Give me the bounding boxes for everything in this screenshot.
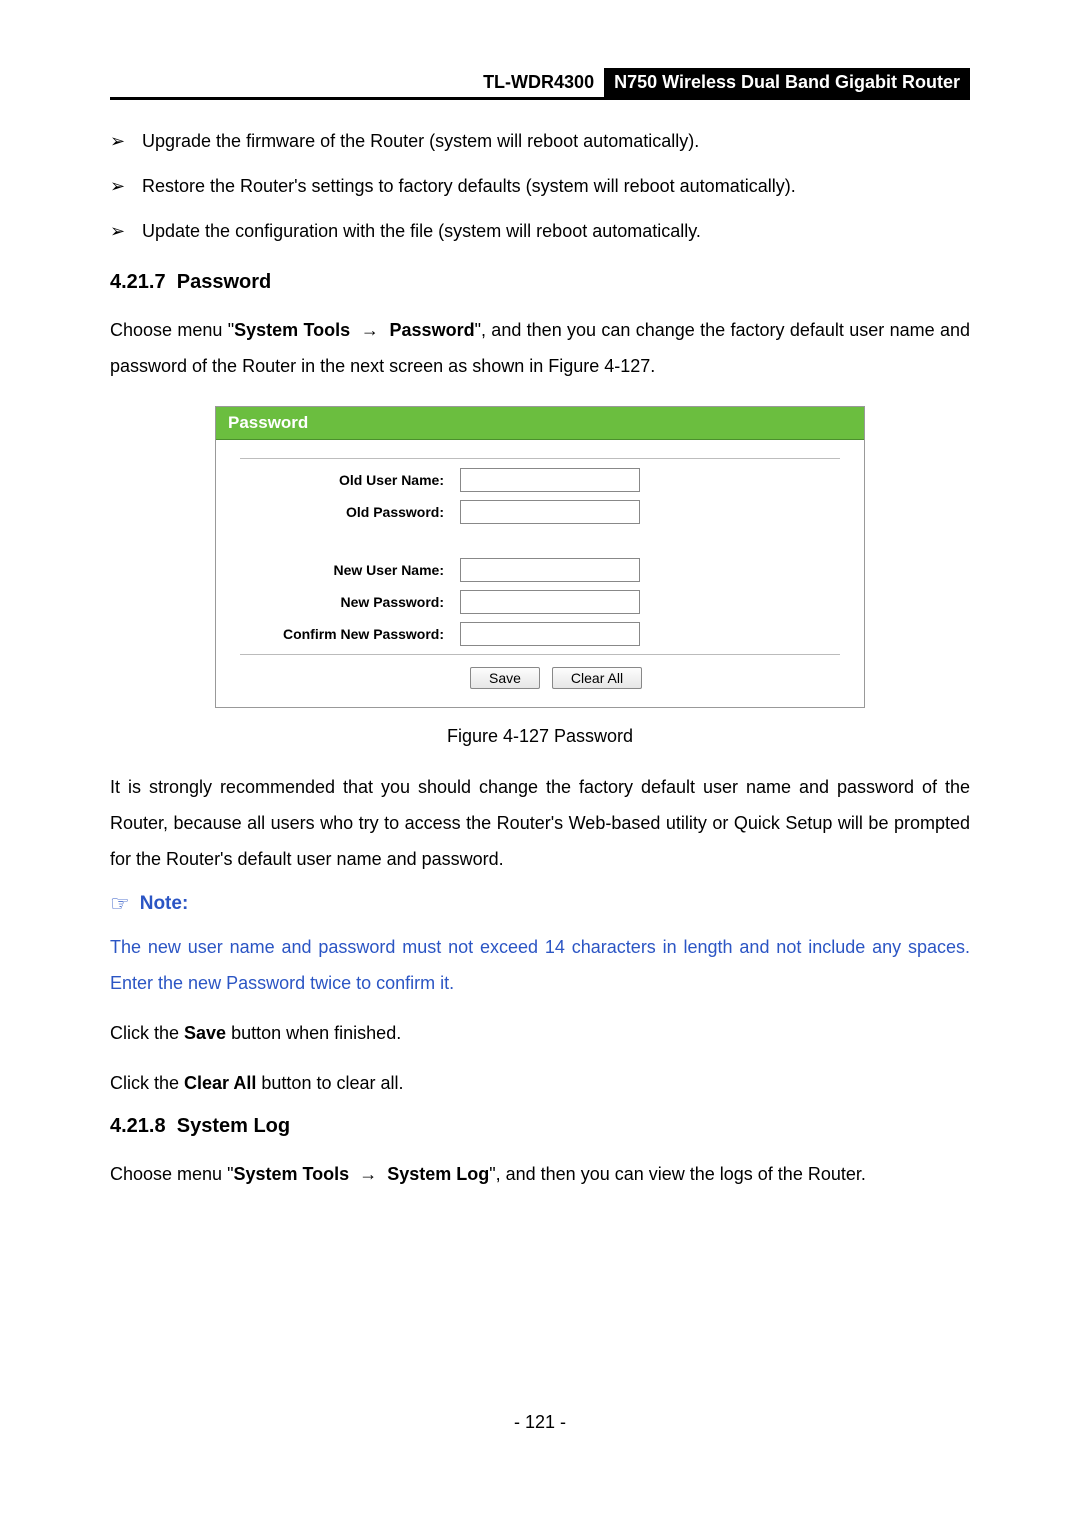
menu-path-b: Password (390, 320, 475, 340)
text: button when finished. (226, 1023, 401, 1043)
panel-separator (240, 458, 840, 460)
bullet-text: Update the configuration with the file (… (142, 218, 701, 245)
section-heading-systemlog: 4.21.8 System Log (110, 1115, 970, 1138)
password-panel: Password Old User Name: Old Password: Ne… (215, 406, 865, 708)
menu-path-a: System Tools (234, 320, 350, 340)
list-item: ➢ Upgrade the firmware of the Router (sy… (110, 128, 970, 155)
note-body: The new user name and password must not … (110, 929, 970, 1001)
header-model: TL-WDR4300 (473, 68, 604, 97)
label-confirm-password: Confirm New Password: (240, 626, 460, 642)
text: Choose menu " (110, 1164, 233, 1184)
panel-footer: Save Clear All (240, 654, 840, 689)
clear-all-button[interactable]: Clear All (552, 667, 642, 689)
row-old-user: Old User Name: (240, 468, 840, 492)
save-button[interactable]: Save (470, 667, 540, 689)
panel-title: Password (216, 407, 864, 440)
input-confirm-password[interactable] (460, 622, 640, 646)
bullet-icon: ➢ (110, 218, 142, 245)
menu-path-a: System Tools (233, 1164, 349, 1184)
input-new-user[interactable] (460, 558, 640, 582)
page-header: TL-WDR4300 N750 Wireless Dual Band Gigab… (110, 68, 970, 100)
section-number: 4.21.8 (110, 1115, 166, 1137)
section-number: 4.21.7 (110, 271, 166, 293)
header-title: N750 Wireless Dual Band Gigabit Router (604, 68, 970, 97)
form-gap (240, 532, 840, 550)
bullet-icon: ➢ (110, 173, 142, 200)
section-heading-password: 4.21.7 Password (110, 271, 970, 294)
row-new-user: New User Name: (240, 558, 840, 582)
text: button to clear all. (256, 1073, 403, 1093)
input-old-password[interactable] (460, 500, 640, 524)
text: Choose menu " (110, 320, 234, 340)
pointing-hand-icon: ☞ (110, 891, 130, 917)
label-old-password: Old Password: (240, 504, 460, 520)
input-new-password[interactable] (460, 590, 640, 614)
list-item: ➢ Restore the Router's settings to facto… (110, 173, 970, 200)
text: Click the (110, 1073, 184, 1093)
menu-path-b: System Log (387, 1164, 489, 1184)
row-new-password: New Password: (240, 590, 840, 614)
bold-text: Clear All (184, 1073, 256, 1093)
row-confirm-password: Confirm New Password: (240, 622, 840, 646)
section-title: System Log (177, 1115, 290, 1137)
panel-body: Old User Name: Old Password: New User Na… (216, 458, 864, 707)
arrow-icon: → (359, 1164, 377, 1184)
text: ", and then you can view the logs of the… (489, 1164, 866, 1184)
note-heading: ☞ Note: (110, 891, 970, 917)
recommend-paragraph: It is strongly recommended that you shou… (110, 769, 970, 877)
section-title: Password (177, 271, 271, 293)
row-old-password: Old Password: (240, 500, 840, 524)
page-number: - 121 - (110, 1412, 970, 1433)
click-clear-paragraph: Click the Clear All button to clear all. (110, 1065, 970, 1101)
label-new-user: New User Name: (240, 562, 460, 578)
arrow-icon: → (361, 320, 379, 340)
section2-intro: Choose menu "System Tools → System Log",… (110, 1156, 970, 1192)
text: Click the (110, 1023, 184, 1043)
bold-text: Save (184, 1023, 226, 1043)
figure-password-panel: Password Old User Name: Old Password: Ne… (215, 406, 865, 708)
label-new-password: New Password: (240, 594, 460, 610)
click-save-paragraph: Click the Save button when finished. (110, 1015, 970, 1051)
header-spacer (110, 68, 473, 97)
bullet-text: Restore the Router's settings to factory… (142, 173, 796, 200)
bullet-list: ➢ Upgrade the firmware of the Router (sy… (110, 128, 970, 245)
bullet-text: Upgrade the firmware of the Router (syst… (142, 128, 699, 155)
label-old-user: Old User Name: (240, 472, 460, 488)
note-label: Note: (140, 893, 189, 915)
section-intro: Choose menu "System Tools → Password", a… (110, 312, 970, 384)
input-old-user[interactable] (460, 468, 640, 492)
list-item: ➢ Update the configuration with the file… (110, 218, 970, 245)
figure-caption: Figure 4-127 Password (110, 726, 970, 747)
bullet-icon: ➢ (110, 128, 142, 155)
